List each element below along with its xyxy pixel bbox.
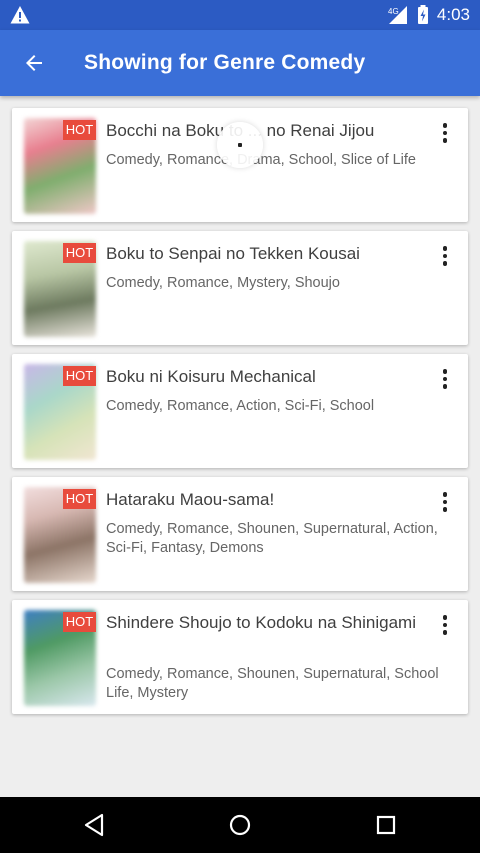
- item-genres: Comedy, Romance, Action, Sci-Fi, School: [106, 398, 375, 414]
- item-genres: Comedy, Romance, Drama, School, Slice of…: [106, 152, 417, 168]
- status-time: 4:03: [436, 5, 470, 24]
- more-vert-icon: [442, 123, 448, 128]
- item-title: Boku ni Koisuru Mechanical: [106, 367, 316, 386]
- navigation-bar: [0, 797, 480, 853]
- item-title: Bocchi na Boku to ... no Renai Jijou: [106, 121, 375, 140]
- item-title: Hataraku Maou-sama!: [106, 490, 275, 509]
- circle-home-icon: [229, 814, 251, 836]
- list-item[interactable]: HOT Boku to Senpai no Tekken Kousai Come…: [12, 231, 468, 345]
- square-recents-icon: [376, 815, 396, 835]
- nav-recents-button[interactable]: [366, 805, 406, 845]
- arrow-left-icon: [26, 55, 42, 71]
- page-title: Showing for Genre Comedy: [84, 51, 366, 74]
- hot-badge: HOT: [63, 120, 96, 140]
- battery-icon: [417, 5, 428, 24]
- hot-badge: HOT: [63, 243, 96, 263]
- more-options-button[interactable]: [430, 487, 460, 517]
- item-genres: Comedy, Romance, Mystery, Shoujo: [106, 275, 340, 291]
- item-genres: Comedy, Romance, Shounen, Supernatural, …: [106, 521, 438, 556]
- more-vert-icon: [442, 492, 448, 497]
- item-title: Boku to Senpai no Tekken Kousai: [106, 244, 360, 263]
- hot-badge: HOT: [63, 489, 96, 509]
- warning-icon: [10, 6, 30, 24]
- nav-back-button[interactable]: [74, 805, 114, 845]
- touch-ripple: [217, 122, 263, 168]
- app-bar: Showing for Genre Comedy: [0, 30, 480, 96]
- hot-badge: HOT: [63, 612, 96, 632]
- item-genres: Comedy, Romance, Shounen, Supernatural, …: [106, 666, 439, 701]
- triangle-back-icon: [84, 813, 104, 837]
- network-type: 4G: [388, 7, 399, 16]
- more-options-button[interactable]: [430, 118, 460, 148]
- more-options-button[interactable]: [430, 364, 460, 394]
- more-options-button[interactable]: [430, 241, 460, 271]
- status-bar: 4G 4:03: [0, 0, 480, 30]
- more-options-button[interactable]: [430, 610, 460, 640]
- item-title: Shindere Shoujo to Kodoku na Shinigami: [106, 613, 416, 632]
- more-vert-icon: [442, 615, 448, 620]
- more-vert-icon: [442, 246, 448, 251]
- hot-badge: HOT: [63, 366, 96, 386]
- list-item[interactable]: HOT Boku ni Koisuru Mechanical Comedy, R…: [12, 354, 468, 468]
- list-item[interactable]: HOT Shindere Shoujo to Kodoku na Shiniga…: [12, 600, 468, 714]
- back-button[interactable]: [12, 41, 56, 85]
- list-item[interactable]: HOT Hataraku Maou-sama! Comedy, Romance,…: [12, 477, 468, 591]
- nav-home-button[interactable]: [220, 805, 260, 845]
- status-icons: 4G 4:03: [387, 0, 470, 30]
- signal-icon: 4G: [388, 6, 407, 24]
- more-vert-icon: [442, 369, 448, 374]
